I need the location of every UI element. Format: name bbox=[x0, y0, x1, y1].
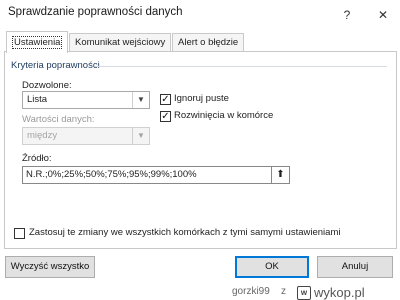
source-value: N.R.;0%;25%;50%;75%;95%;99%;100% bbox=[26, 169, 197, 180]
chevron-down-icon: ▼ bbox=[132, 92, 149, 108]
group-divider bbox=[95, 66, 387, 67]
watermark-separator: z bbox=[281, 286, 286, 297]
cancel-button[interactable]: Anuluj bbox=[317, 256, 393, 278]
in-cell-dropdown-label: Rozwinięcia w komórce bbox=[174, 110, 274, 121]
help-button[interactable]: ? bbox=[336, 5, 358, 25]
in-cell-dropdown-checkbox[interactable]: ✓ bbox=[160, 111, 171, 122]
source-input[interactable]: N.R.;0%;25%;50%;75%;95%;99%;100% ⬆ bbox=[22, 166, 290, 184]
dialog-title: Sprawdzanie poprawności danych bbox=[8, 6, 183, 18]
allow-select[interactable]: Lista ▼ bbox=[22, 91, 150, 109]
ignore-blank-checkbox[interactable]: ✓ bbox=[160, 94, 171, 105]
clear-all-button[interactable]: Wyczyść wszystko bbox=[5, 256, 95, 278]
watermark-site: wykop.pl bbox=[314, 285, 365, 300]
tab-settings[interactable]: Ustawienia bbox=[6, 31, 69, 53]
allow-label: Dozwolone: bbox=[22, 80, 72, 91]
data-select-value: między bbox=[27, 130, 58, 141]
ok-button[interactable]: OK bbox=[235, 256, 309, 278]
tab-input-message[interactable]: Komunikat wejściowy bbox=[69, 33, 172, 52]
allow-select-value: Lista bbox=[27, 94, 48, 105]
tab-settings-label: Ustawienia bbox=[12, 36, 63, 49]
chevron-down-icon: ▼ bbox=[132, 128, 149, 144]
close-button[interactable]: ✕ bbox=[372, 5, 394, 25]
data-select: między ▼ bbox=[22, 127, 150, 145]
range-picker-icon[interactable]: ⬆ bbox=[271, 167, 289, 183]
tab-error-alert[interactable]: Alert o błędzie bbox=[172, 33, 245, 52]
watermark-user: gorzki99 bbox=[232, 286, 270, 297]
wykop-logo-icon: w bbox=[297, 286, 311, 300]
data-label: Wartości danych: bbox=[22, 114, 95, 125]
validation-criteria-label: Kryteria poprawności bbox=[11, 60, 100, 71]
apply-all-label: Zastosuj te zmiany we wszystkich komórka… bbox=[29, 227, 341, 238]
apply-all-checkbox[interactable] bbox=[14, 228, 25, 239]
ignore-blank-label: Ignoruj puste bbox=[174, 93, 229, 104]
source-label: Źródło: bbox=[22, 153, 52, 164]
